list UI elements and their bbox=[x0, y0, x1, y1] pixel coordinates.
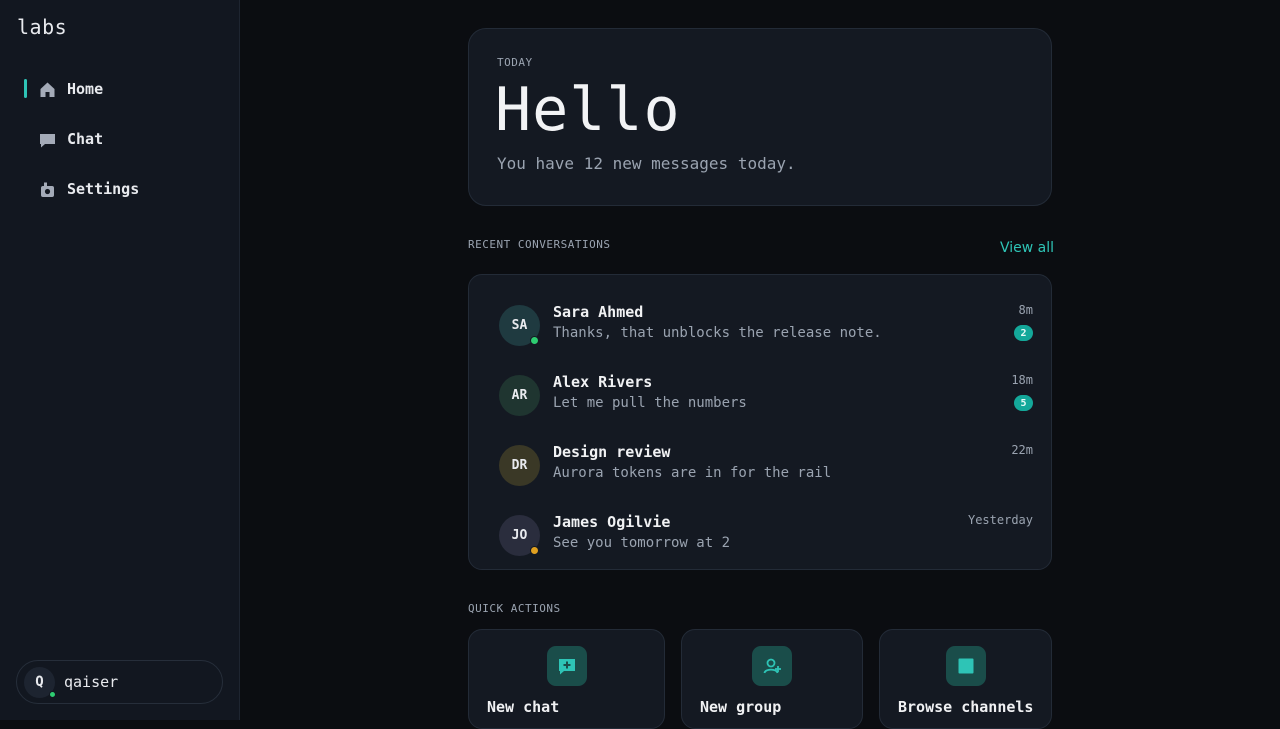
recent-conversations-heading: RECENT CONVERSATIONS bbox=[468, 238, 611, 251]
conversation-row[interactable]: AR Alex Rivers Let me pull the numbers 1… bbox=[469, 367, 1053, 437]
conversation-preview: See you tomorrow at 2 bbox=[553, 535, 731, 551]
unread-badge: 5 bbox=[1014, 395, 1033, 411]
channels-icon bbox=[946, 646, 986, 686]
conversation-name: James Ogilvie bbox=[553, 513, 671, 531]
chat-icon bbox=[39, 131, 56, 148]
away-status-dot bbox=[530, 546, 539, 555]
user-profile-chip[interactable]: Q qaiser bbox=[16, 660, 223, 704]
gear-icon bbox=[39, 181, 56, 198]
main-content: TODAY Hello You have 12 new messages tod… bbox=[240, 0, 1280, 729]
quick-actions-heading: QUICK ACTIONS bbox=[468, 602, 561, 615]
conversation-name: Sara Ahmed bbox=[553, 303, 644, 321]
avatar: SA bbox=[499, 305, 540, 346]
online-status-dot bbox=[49, 690, 56, 698]
new-chat-label: New chat bbox=[487, 698, 560, 716]
view-all-link[interactable]: View all bbox=[1000, 240, 1054, 256]
conversation-time: 18m bbox=[1011, 373, 1033, 387]
avatar-initials: DR bbox=[511, 458, 528, 473]
browse-channels-label: Browse channels bbox=[898, 698, 1034, 716]
avatar-initials: SA bbox=[511, 318, 528, 333]
greeting-card: TODAY Hello You have 12 new messages tod… bbox=[468, 28, 1052, 206]
conversation-time: Yesterday bbox=[967, 513, 1033, 527]
home-icon bbox=[39, 81, 56, 98]
conversation-preview: Thanks, that unblocks the release note. bbox=[553, 325, 882, 341]
conversation-list: SA Sara Ahmed Thanks, that unblocks the … bbox=[468, 274, 1052, 570]
conversation-preview: Let me pull the numbers bbox=[553, 395, 747, 411]
conversation-row[interactable]: DR Design review Aurora tokens are in fo… bbox=[469, 437, 1053, 507]
conversation-time: 8m bbox=[1018, 303, 1033, 317]
conversation-name: Alex Rivers bbox=[553, 373, 653, 391]
avatar-initials: JO bbox=[511, 528, 528, 543]
sidebar-item-label: Settings bbox=[67, 180, 140, 198]
conversation-row[interactable]: SA Sara Ahmed Thanks, that unblocks the … bbox=[469, 297, 1053, 367]
page-title: Hello bbox=[495, 75, 681, 145]
avatar-initials: AR bbox=[511, 388, 528, 403]
conversation-preview: Aurora tokens are in for the rail bbox=[553, 465, 832, 481]
avatar: AR bbox=[499, 375, 540, 416]
brand-logo[interactable]: labs bbox=[17, 15, 67, 39]
avatar: Q bbox=[24, 666, 56, 698]
conversation-time: 22m bbox=[1011, 443, 1033, 457]
avatar: JO bbox=[499, 515, 540, 556]
chat-plus-icon bbox=[547, 646, 587, 686]
online-status-dot bbox=[530, 336, 539, 345]
greeting-subtitle: You have 12 new messages today. bbox=[497, 154, 796, 173]
browse-channels-button[interactable]: Browse channels bbox=[879, 629, 1052, 729]
sidebar-item-label: Home bbox=[67, 80, 104, 98]
sidebar: labs Home Chat Settings Q qaiser bbox=[0, 0, 240, 720]
sidebar-item-settings[interactable]: Settings bbox=[0, 164, 240, 214]
sidebar-nav: Home Chat Settings bbox=[0, 64, 240, 214]
user-name: qaiser bbox=[64, 673, 119, 691]
avatar: DR bbox=[499, 445, 540, 486]
new-chat-button[interactable]: New chat bbox=[468, 629, 665, 729]
sidebar-item-chat[interactable]: Chat bbox=[0, 114, 240, 164]
new-group-button[interactable]: New group bbox=[681, 629, 863, 729]
conversation-row[interactable]: JO James Ogilvie See you tomorrow at 2 Y… bbox=[469, 507, 1053, 577]
sidebar-item-label: Chat bbox=[67, 130, 104, 148]
new-group-label: New group bbox=[700, 698, 782, 716]
conversation-name: Design review bbox=[553, 443, 671, 461]
sidebar-item-home[interactable]: Home bbox=[0, 64, 240, 114]
date-kicker: TODAY bbox=[497, 56, 533, 69]
group-add-icon bbox=[752, 646, 792, 686]
avatar-initial: Q bbox=[35, 674, 44, 690]
unread-badge: 2 bbox=[1014, 325, 1033, 341]
